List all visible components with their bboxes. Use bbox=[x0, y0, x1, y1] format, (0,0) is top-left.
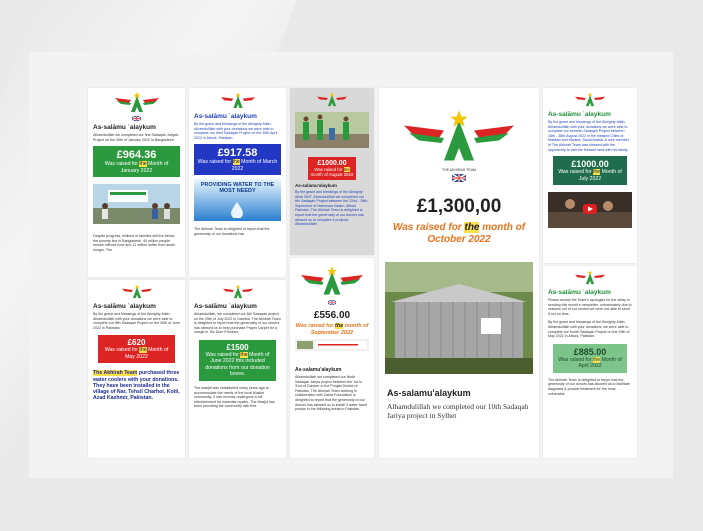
newsletter-card-april[interactable]: As-salāmu ʿalaykum Please accept the Tea… bbox=[543, 266, 637, 458]
newsletter-card-may[interactable]: As-salāmu ʿalaykum By the grace and bles… bbox=[88, 280, 185, 458]
greeting: As-salamu'alaykum bbox=[295, 183, 337, 188]
amount: £1000.00 bbox=[317, 160, 347, 167]
newsletter-card-october[interactable]: THE AKHIRAH TEAM £1,300,00 Was raised fo… bbox=[379, 88, 539, 458]
video-thumbnail[interactable] bbox=[548, 192, 632, 229]
newsletter-card-september[interactable]: £556.00 Was raised for the month of Sept… bbox=[290, 258, 374, 458]
water-banner: PROVIDING WATER TO THE MOST NEEDY bbox=[194, 179, 281, 222]
akhirah-logo-icon bbox=[575, 270, 605, 285]
amount-box: £917.58 Was raised for the Month of Marc… bbox=[194, 144, 281, 176]
logo-caption: THE AKHIRAH TEAM bbox=[442, 168, 476, 172]
newsletter-card-march[interactable]: As-salāmu ʿalaykum By the grace and bles… bbox=[189, 88, 286, 277]
body-text-apology: Please accept the Team's apologies for t… bbox=[548, 298, 632, 316]
greeting: As-salāmu ʿalaykum bbox=[194, 113, 257, 120]
newsletter-card-august[interactable]: £1000.00 Was raised for the month of Aug… bbox=[290, 88, 374, 255]
amount: £917.58 bbox=[217, 147, 258, 160]
uk-flag-icon bbox=[452, 174, 466, 182]
body-text: By the grace and blessings of the Almigh… bbox=[548, 320, 630, 339]
greeting: As-salamu'alaykum bbox=[295, 367, 342, 373]
body-text: Alhamdulillah we completed our first Sad… bbox=[93, 133, 179, 142]
greeting: As-salāmu ʿalaykum bbox=[194, 303, 257, 310]
uk-flag-icon bbox=[328, 300, 336, 305]
uk-flag-icon bbox=[132, 116, 141, 121]
akhirah-logo-icon bbox=[220, 92, 255, 108]
amount-caption: Was raised for the Month of May 2022 bbox=[104, 347, 169, 360]
amount-box: £620 Was raised for the Month of May 202… bbox=[98, 335, 175, 364]
footer-text: Despite progress, millions of families s… bbox=[93, 234, 176, 252]
body-text: By the grace and blessings of the Almigh… bbox=[194, 122, 278, 140]
greeting: As-salamu'alaykum bbox=[387, 388, 471, 398]
footer-text: The Akhirah Team purchased three water c… bbox=[93, 370, 180, 402]
amount: £556.00 bbox=[313, 310, 351, 321]
amount: £1000.00 bbox=[571, 159, 609, 170]
amount: £620 bbox=[127, 338, 146, 348]
body-text: Alhamdulillah, we completed our 6th Sada… bbox=[194, 312, 281, 335]
amount-caption: Was raised for the month of September 20… bbox=[295, 323, 369, 336]
amount-box: £885.00 Was raised for the Month of Apri… bbox=[553, 343, 627, 373]
body-text: By the grace and blessings of the Almigh… bbox=[548, 120, 629, 152]
footer-text: The masjid was established many years ag… bbox=[194, 385, 275, 409]
greeting: As-salāmu ʿalaykum bbox=[548, 111, 611, 118]
amount-caption: Was raised for the Month of July 2022 bbox=[558, 169, 622, 182]
akhirah-logo-icon bbox=[404, 110, 514, 161]
building-photo bbox=[385, 262, 533, 374]
greeting: As-salāmu ʿalaykum bbox=[93, 124, 156, 131]
amount-caption: Was raised for the Month of April 2022 bbox=[558, 356, 622, 370]
amount: £1,300,00 bbox=[416, 196, 502, 217]
amount-caption: Was raised for the Month of March 2022 bbox=[197, 159, 278, 172]
water-pump-photo bbox=[295, 112, 369, 148]
body-text: Alhamdulillah we completed our Ninth Sad… bbox=[295, 375, 367, 412]
akhirah-logo-icon bbox=[301, 266, 363, 295]
amount-caption: Was raised for the month of October 2022 bbox=[392, 222, 526, 245]
collage-frame: As-salāmu ʿalaykum Alhamdulillah we comp… bbox=[29, 52, 673, 478]
hand-pumps-strip bbox=[295, 339, 369, 351]
body-text: By the grace and blessings of the Almigh… bbox=[295, 190, 368, 227]
amount-box: £964.36 Was raised for the Month of Janu… bbox=[93, 146, 180, 178]
amount: £885.00 bbox=[573, 346, 607, 357]
amount-caption: Was raised for the Month of June 2022 th… bbox=[205, 351, 270, 378]
newsletter-card-june[interactable]: As-salāmu ʿalaykum Alhamdulillah, we com… bbox=[189, 280, 286, 458]
body-text: By the grace and blessings of the Almigh… bbox=[93, 312, 180, 330]
volunteers-photo bbox=[93, 184, 180, 225]
akhirah-logo-icon bbox=[222, 284, 253, 299]
greeting: As-salāmu ʿalaykum bbox=[548, 289, 611, 296]
amount-box: £1000.00 Was raised for the Month of Jul… bbox=[553, 156, 627, 186]
amount: £964.36 bbox=[116, 149, 157, 162]
body-text: Alhamdulillah we completed our 10th Sada… bbox=[387, 402, 529, 420]
amount: £1500 bbox=[226, 342, 249, 352]
akhirah-logo-icon bbox=[114, 92, 159, 112]
akhirah-logo-icon bbox=[317, 92, 347, 107]
akhirah-logo-icon bbox=[575, 92, 605, 107]
newsletter-card-january[interactable]: As-salāmu ʿalaykum Alhamdulillah we comp… bbox=[88, 88, 185, 277]
amount-box: £1500 Was raised for the Month of June 2… bbox=[199, 339, 276, 381]
banner-title: PROVIDING WATER TO THE MOST NEEDY bbox=[200, 182, 275, 195]
akhirah-logo-icon bbox=[121, 284, 152, 299]
amount-caption: Was raised for the Month of January 2022 bbox=[104, 161, 169, 174]
footer-text: The Akhirah Team is delighted to report … bbox=[194, 227, 270, 236]
newsletter-card-july[interactable]: As-salāmu ʿalaykum By the grace and bles… bbox=[543, 88, 637, 263]
amount-caption: Was raised for the month of August 2022 bbox=[310, 167, 354, 177]
water-drop-icon bbox=[231, 202, 243, 219]
footer-text: The Akhirah Team is delighted to report … bbox=[548, 377, 630, 396]
greeting: As-salāmu ʿalaykum bbox=[93, 303, 156, 310]
amount-box: £1000.00 Was raised for the month of Aug… bbox=[308, 157, 356, 180]
